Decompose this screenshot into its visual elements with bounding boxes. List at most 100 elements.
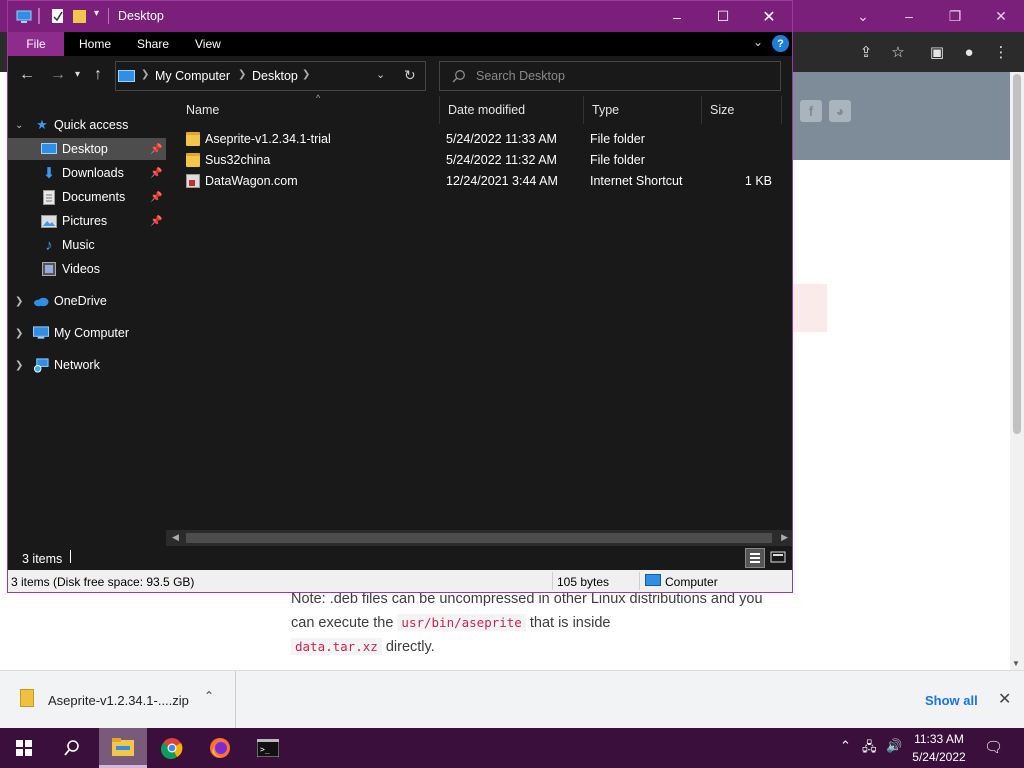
terminal-icon[interactable]: >_: [244, 728, 292, 768]
browser-tab-search-icon[interactable]: ⌄: [840, 0, 886, 32]
horizontal-scrollbar-thumb[interactable]: [186, 533, 772, 543]
search-input[interactable]: [476, 67, 766, 85]
pin-icon[interactable]: 📌: [150, 168, 162, 179]
column-header-name[interactable]: Name ^: [178, 93, 440, 124]
nav-item-downloads[interactable]: ⬇ Downloads 📌: [8, 162, 166, 184]
chevron-right-icon[interactable]: ❯: [302, 69, 310, 80]
breadcrumb-desktop[interactable]: Desktop: [252, 69, 298, 83]
show-all-button[interactable]: Show all: [925, 693, 978, 708]
pin-icon[interactable]: 📌: [150, 144, 162, 155]
chevron-right-icon[interactable]: ❯: [15, 328, 23, 339]
volume-icon[interactable]: 🔊: [886, 738, 902, 754]
nav-item-music[interactable]: ♪ Music: [8, 234, 166, 256]
pictures-icon: [41, 213, 57, 229]
help-icon[interactable]: ?: [772, 35, 789, 52]
clock-time[interactable]: 11:33 AM: [906, 732, 972, 746]
up-arrow-icon[interactable]: ↑: [94, 66, 102, 84]
tray-overflow-icon[interactable]: ⌃: [840, 738, 851, 754]
browser-close-button[interactable]: ✕: [978, 0, 1024, 32]
menu-icon[interactable]: ⋮: [991, 42, 1011, 62]
firefox-icon[interactable]: [196, 728, 244, 768]
share-icon[interactable]: ⇪: [856, 42, 876, 62]
breadcrumb-my-computer[interactable]: My Computer: [155, 69, 230, 83]
browser-restore-button[interactable]: ❐: [932, 0, 978, 32]
computer-icon: [16, 8, 32, 24]
profile-icon[interactable]: ●: [959, 42, 979, 62]
maximize-button[interactable]: ☐: [700, 1, 746, 32]
clock-date[interactable]: 5/24/2022: [906, 750, 972, 764]
nav-item-network[interactable]: ❯ Network: [8, 354, 166, 376]
notification-icon[interactable]: 🗨: [984, 738, 1003, 756]
page-scroll-down-icon[interactable]: ▼: [1012, 659, 1020, 668]
windows-start-icon[interactable]: [0, 728, 48, 768]
file-row[interactable]: Sus32china 5/24/2022 11:32 AM File folde…: [178, 150, 778, 171]
file-explorer-taskbar-icon[interactable]: [99, 728, 147, 768]
nav-item-documents[interactable]: Documents 📌: [8, 186, 166, 208]
note-text-1: Note: .deb files can be uncompressed in …: [291, 591, 763, 631]
nav-quick-access[interactable]: ⌄ ★ Quick access: [8, 114, 166, 136]
nav-label: Documents: [62, 190, 126, 204]
chevron-right-icon[interactable]: ❯: [238, 69, 246, 80]
sidepanel-icon[interactable]: ▣: [927, 42, 947, 62]
nav-item-my-computer[interactable]: ❯ My Computer: [8, 322, 166, 344]
chevron-right-icon[interactable]: ❯: [15, 360, 23, 371]
facebook-icon[interactable]: f: [800, 100, 822, 122]
refresh-icon[interactable]: ↻: [404, 67, 416, 84]
computer-icon: [33, 325, 49, 341]
page-scrollbar[interactable]: ▼: [1010, 72, 1024, 670]
close-button[interactable]: ✕: [746, 1, 792, 32]
column-header-date[interactable]: Date modified: [440, 96, 584, 124]
close-icon[interactable]: ✕: [998, 689, 1011, 709]
nav-item-onedrive[interactable]: ❯ OneDrive: [8, 290, 166, 312]
chevron-down-icon[interactable]: ⌄: [15, 120, 23, 131]
note-text-3: directly.: [385, 639, 435, 655]
chrome-icon[interactable]: [148, 728, 196, 768]
details-view-icon[interactable]: [745, 548, 765, 568]
search-icon[interactable]: [48, 728, 96, 768]
search-box[interactable]: [439, 61, 781, 91]
address-dropdown-icon[interactable]: ⌄: [376, 68, 385, 81]
pin-icon[interactable]: 📌: [150, 216, 162, 227]
tab-file[interactable]: File: [8, 32, 64, 56]
file-row[interactable]: Aseprite-v1.2.34.1-trial 5/24/2022 11:33…: [178, 129, 778, 150]
file-type: File folder: [590, 132, 645, 146]
nav-item-videos[interactable]: Videos: [8, 258, 166, 280]
horizontal-scrollbar[interactable]: ◀ ▶: [166, 530, 792, 546]
network-tray-icon[interactable]: 🖧: [862, 738, 877, 760]
back-arrow-icon[interactable]: ←: [19, 66, 35, 84]
status-separator: [70, 550, 71, 563]
explorer-titlebar[interactable]: ▾ Desktop – ☐ ✕: [8, 1, 792, 32]
forward-arrow-icon[interactable]: →: [50, 66, 66, 84]
address-bar[interactable]: ❯ My Computer ❯ Desktop ❯ ⌄ ↻: [115, 61, 426, 91]
chevron-right-icon[interactable]: ❯: [141, 69, 149, 80]
file-row[interactable]: DataWagon.com 12/24/2021 3:44 AM Interne…: [178, 171, 778, 192]
tab-view[interactable]: View: [195, 37, 221, 51]
minimize-button[interactable]: –: [654, 1, 700, 32]
scroll-left-icon[interactable]: ◀: [172, 532, 179, 543]
chevron-down-icon[interactable]: ⌄: [753, 35, 763, 49]
large-icons-view-icon[interactable]: [768, 548, 788, 568]
column-header-size[interactable]: Size: [702, 96, 782, 124]
discord-icon[interactable]: ◕: [829, 100, 851, 122]
nav-label: OneDrive: [54, 294, 107, 308]
download-file-name[interactable]: Aseprite-v1.2.34.1-....zip: [48, 693, 189, 708]
page-scrollbar-thumb[interactable]: [1013, 74, 1021, 434]
pin-icon[interactable]: 📌: [150, 192, 162, 203]
download-item[interactable]: Aseprite-v1.2.34.1-....zip ⌃: [0, 671, 236, 729]
column-header-type[interactable]: Type: [584, 96, 702, 124]
scroll-right-icon[interactable]: ▶: [781, 532, 788, 543]
chevron-right-icon[interactable]: ❯: [15, 296, 23, 307]
tab-home[interactable]: Home: [79, 37, 111, 51]
tab-share[interactable]: Share: [137, 37, 169, 51]
properties-icon[interactable]: [50, 8, 66, 24]
browser-minimize-button[interactable]: –: [886, 0, 932, 32]
nav-label: Videos: [62, 262, 100, 276]
nav-item-pictures[interactable]: Pictures 📌: [8, 210, 166, 232]
nav-item-desktop[interactable]: Desktop 📌: [8, 138, 166, 160]
note-text-2: that is inside: [529, 615, 611, 631]
recent-locations-icon[interactable]: ▾: [75, 69, 80, 80]
document-icon: [41, 189, 57, 205]
chevron-up-icon[interactable]: ⌃: [204, 689, 214, 703]
new-folder-icon[interactable]: [72, 8, 88, 24]
bookmark-star-icon[interactable]: ☆: [888, 42, 908, 62]
